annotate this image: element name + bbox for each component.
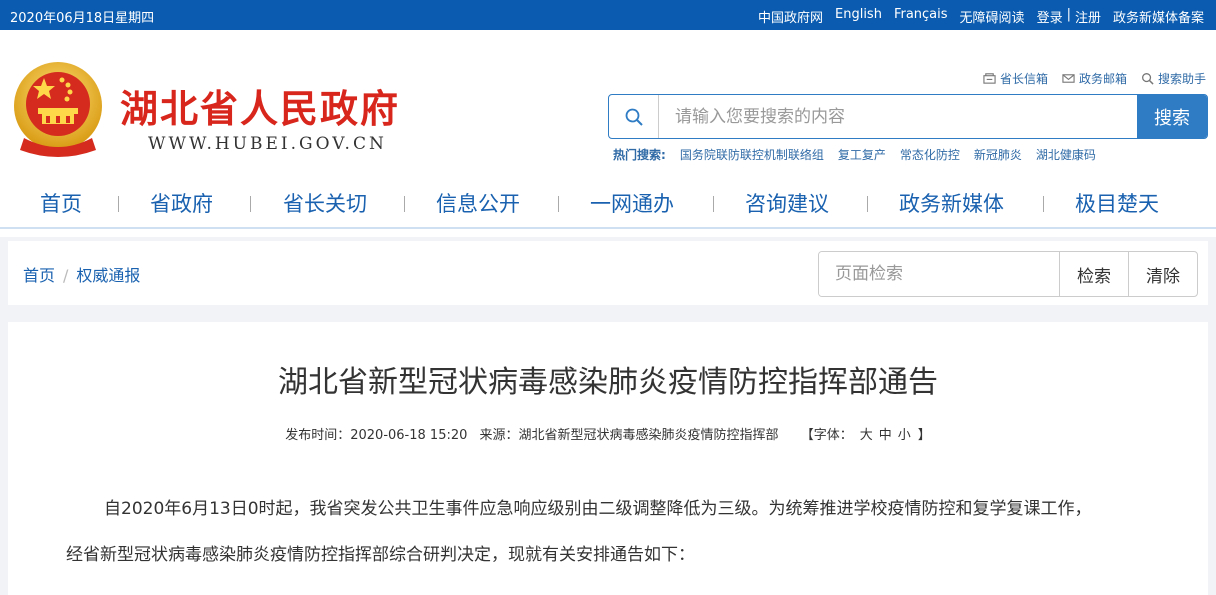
link-login[interactable]: 登录 <box>1037 7 1063 26</box>
article-panel: 湖北省新型冠状病毒感染肺炎疫情防控指挥部通告 发布时间：2020-06-18 1… <box>8 322 1208 595</box>
nav-divider <box>558 196 559 212</box>
nav-divider <box>867 196 868 212</box>
nav-item-consult-suggest[interactable]: 咨询建议 <box>745 188 829 218</box>
publish-time: 发布时间：2020-06-18 15:20 <box>285 428 468 443</box>
article-title: 湖北省新型冠状病毒感染肺炎疫情防控指挥部通告 <box>278 365 938 400</box>
font-size-small[interactable]: 小 <box>898 428 911 443</box>
quicklink-label: 省长信箱 <box>999 72 1048 86</box>
font-size-large[interactable]: 大 <box>860 428 873 443</box>
hot-search-item[interactable]: 常态化防控 <box>900 146 960 163</box>
link-new-media-record[interactable]: 政务新媒体备案 <box>1113 7 1204 26</box>
nav-item-new-media[interactable]: 政务新媒体 <box>899 188 1004 218</box>
nav-divider <box>1043 196 1044 212</box>
search-icon <box>1142 73 1154 85</box>
quicklink-gov-email[interactable]: 政务邮箱 <box>1062 70 1127 87</box>
nav-underline <box>0 227 1216 229</box>
link-english[interactable]: English <box>835 7 882 26</box>
national-emblem-icon <box>14 62 102 157</box>
quicklink-governor-mailbox[interactable]: 省长信箱 <box>983 70 1048 87</box>
envelope-icon <box>1062 74 1075 83</box>
hot-search-label: 热门搜索: <box>613 148 666 162</box>
site-url: WWW.HUBEI.GOV.CN <box>148 134 387 154</box>
font-size-medium[interactable]: 中 <box>879 428 892 443</box>
link-register[interactable]: 注册 <box>1075 7 1101 26</box>
breadcrumb-home[interactable]: 首页 <box>23 266 55 285</box>
article-source: 来源：湖北省新型冠状病毒感染肺炎疫情防控指挥部 <box>479 428 779 443</box>
nav-item-home[interactable]: 首页 <box>40 188 82 218</box>
hot-search-item[interactable]: 复工复产 <box>838 146 886 163</box>
hot-search-item[interactable]: 国务院联防联控机制联络组 <box>680 146 824 163</box>
link-gov-cn[interactable]: 中国政府网 <box>758 7 823 26</box>
link-francais[interactable]: Français <box>894 7 948 26</box>
site-title: 湖北省人民政府 <box>120 87 401 131</box>
hot-search-item[interactable]: 湖北健康码 <box>1036 146 1096 163</box>
site-search-button[interactable]: 搜索 <box>1137 95 1207 138</box>
nav-item-provincial-gov[interactable]: 省政府 <box>150 188 213 218</box>
search-icon <box>609 95 659 138</box>
link-accessibility[interactable]: 无障碍阅读 <box>960 7 1025 26</box>
nav-divider <box>713 196 714 212</box>
font-size-label: 【字体： <box>800 428 853 443</box>
mailbox-icon <box>983 73 996 84</box>
quicklink-label: 政务邮箱 <box>1078 72 1127 86</box>
nav-item-one-stop-service[interactable]: 一网通办 <box>590 188 674 218</box>
page-search-input[interactable] <box>819 252 1059 296</box>
page-search-clear-button[interactable]: 清除 <box>1128 252 1197 296</box>
site-header: 湖北省人民政府 WWW.HUBEI.GOV.CN 省长信箱 政务邮箱 搜索助手 … <box>0 30 1216 237</box>
page-search-button[interactable]: 检索 <box>1059 252 1128 296</box>
nav-divider <box>250 196 251 212</box>
nav-item-jimu-chutian[interactable]: 极目楚天 <box>1075 188 1159 218</box>
login-separator: | <box>1066 7 1071 22</box>
hot-searches: 热门搜索: 国务院联防联控机制联络组 复工复产 常态化防控 新冠肺炎 湖北健康码 <box>613 146 1096 163</box>
top-links: 中国政府网 English Français 无障碍阅读 登录 | 注册 政务新… <box>746 7 1204 26</box>
top-bar: 2020年06月18日星期四 中国政府网 English Français 无障… <box>0 0 1216 30</box>
font-size-close: 】 <box>917 428 931 443</box>
site-search: 搜索 <box>608 94 1208 139</box>
quick-links: 省长信箱 政务邮箱 搜索助手 <box>983 70 1206 87</box>
current-date: 2020年06月18日星期四 <box>10 11 155 26</box>
main-nav: 首页 省政府 省长关切 信息公开 一网通办 咨询建议 政务新媒体 极目楚天 <box>0 188 1216 224</box>
nav-divider <box>404 196 405 212</box>
breadcrumb-bar: 首页 / 权威通报 检索 清除 <box>8 241 1208 305</box>
quicklink-label: 搜索助手 <box>1157 72 1206 86</box>
nav-item-info-disclosure[interactable]: 信息公开 <box>436 188 520 218</box>
article-paragraph: 经省新型冠状病毒感染肺炎疫情防控指挥部综合研判决定，现就有关安排通告如下： <box>66 545 695 565</box>
quicklink-search-assistant[interactable]: 搜索助手 <box>1141 70 1206 87</box>
article-paragraph: 自2020年6月13日0时起，我省突发公共卫生事件应急响应级别由二级调整降低为三… <box>104 499 1092 519</box>
article-meta: 发布时间：2020-06-18 15:20 来源：湖北省新型冠状病毒感染肺炎疫情… <box>8 424 1208 443</box>
page-search: 检索 清除 <box>818 251 1198 297</box>
breadcrumb: 首页 / 权威通报 <box>23 262 140 286</box>
site-search-input[interactable] <box>659 95 1137 138</box>
breadcrumb-separator: / <box>63 266 69 285</box>
breadcrumb-authoritative-reports[interactable]: 权威通报 <box>76 266 140 285</box>
nav-item-governor-concerns[interactable]: 省长关切 <box>283 188 367 218</box>
hot-search-item[interactable]: 新冠肺炎 <box>974 146 1022 163</box>
nav-divider <box>118 196 119 212</box>
